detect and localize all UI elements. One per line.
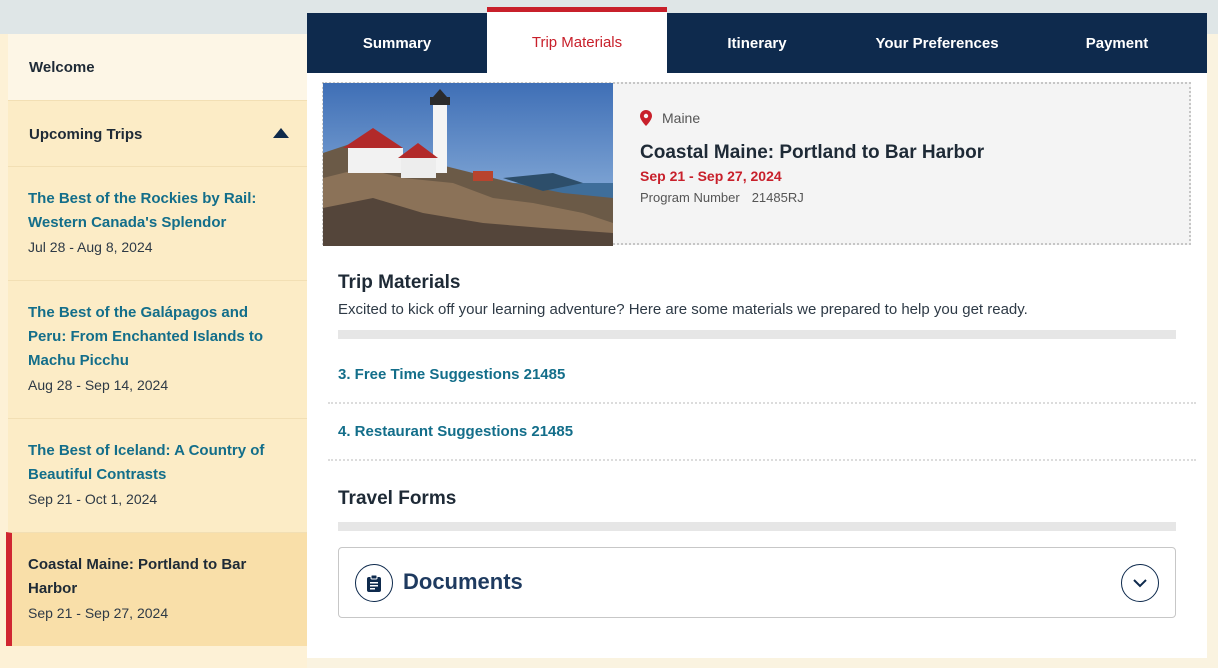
trip-dates: Sep 21 - Oct 1, 2024 bbox=[28, 491, 158, 507]
sidebar-trip-item[interactable]: The Best of the Rockies by Rail: Western… bbox=[8, 166, 307, 280]
documents-label: Documents bbox=[403, 569, 523, 594]
trip-materials-description: Excited to kick off your learning advent… bbox=[338, 301, 1028, 318]
material-link[interactable]: 4. Restaurant Suggestions 21485 bbox=[338, 423, 573, 440]
trip-summary-card: Maine Coastal Maine: Portland to Bar Har… bbox=[322, 82, 1191, 246]
travel-forms-heading: Travel Forms bbox=[338, 488, 457, 509]
section-divider bbox=[338, 330, 1176, 339]
tab-summary[interactable]: Summary bbox=[307, 13, 487, 73]
trip-materials-heading: Trip Materials bbox=[338, 272, 461, 293]
sidebar-trip-item[interactable]: The Best of the Galápagos and Peru: From… bbox=[8, 280, 307, 418]
sidebar-trip-item[interactable]: The Best of Iceland: A Country of Beauti… bbox=[8, 418, 307, 532]
sidebar-welcome[interactable]: Welcome bbox=[8, 34, 307, 100]
tab-payment[interactable]: Payment bbox=[1027, 13, 1207, 73]
tab-label: Trip Materials bbox=[531, 34, 623, 51]
tab-bar: Summary Trip Materials Itinerary Your Pr… bbox=[307, 7, 1207, 73]
map-pin-icon bbox=[640, 110, 652, 126]
trip-title[interactable]: The Best of Iceland: A Country of Beauti… bbox=[28, 439, 277, 487]
trip-card-dates: Sep 21 - Sep 27, 2024 bbox=[640, 168, 782, 184]
sidebar: Welcome Upcoming Trips The Best of the R… bbox=[0, 34, 307, 668]
sidebar-welcome-label: Welcome bbox=[29, 59, 95, 76]
trip-dates: Sep 21 - Sep 27, 2024 bbox=[28, 605, 169, 621]
tab-label: Payment bbox=[1085, 34, 1149, 52]
list-divider bbox=[328, 402, 1196, 404]
tab-label: Summary bbox=[362, 34, 432, 52]
section-divider bbox=[338, 522, 1176, 531]
program-number-label: Program Number bbox=[640, 190, 740, 205]
list-divider bbox=[328, 459, 1196, 461]
sidebar-upcoming-trips[interactable]: Upcoming Trips bbox=[8, 100, 307, 166]
trip-title[interactable]: The Best of the Rockies by Rail: Western… bbox=[28, 187, 277, 235]
trip-dates: Jul 28 - Aug 8, 2024 bbox=[28, 239, 153, 255]
trip-dates: Aug 28 - Sep 14, 2024 bbox=[28, 377, 169, 393]
program-number: Program Number 21485RJ bbox=[640, 190, 804, 205]
material-link[interactable]: 3. Free Time Suggestions 21485 bbox=[338, 366, 565, 383]
trip-card-title: Coastal Maine: Portland to Bar Harbor bbox=[640, 142, 985, 163]
trip-image bbox=[323, 83, 613, 246]
tab-label: Itinerary bbox=[727, 34, 787, 52]
trip-location-text: Maine bbox=[662, 110, 701, 126]
chevron-down-icon[interactable] bbox=[1121, 564, 1159, 602]
trip-title[interactable]: Coastal Maine: Portland to Bar Harbor bbox=[28, 553, 277, 601]
tab-itinerary[interactable]: Itinerary bbox=[667, 13, 847, 73]
sidebar-trip-item-active[interactable]: Coastal Maine: Portland to Bar Harbor Se… bbox=[6, 532, 307, 646]
tab-trip-materials[interactable]: Trip Materials bbox=[487, 7, 667, 73]
sidebar-upcoming-label: Upcoming Trips bbox=[29, 126, 143, 143]
clipboard-icon bbox=[355, 564, 393, 602]
trip-title[interactable]: The Best of the Galápagos and Peru: From… bbox=[28, 301, 277, 373]
program-number-value: 21485RJ bbox=[751, 190, 804, 205]
main-content: Summary Trip Materials Itinerary Your Pr… bbox=[307, 7, 1207, 658]
tab-label: Your Preferences bbox=[875, 34, 999, 52]
tab-your-preferences[interactable]: Your Preferences bbox=[847, 13, 1027, 73]
caret-up-icon[interactable] bbox=[273, 128, 289, 138]
documents-accordion[interactable]: Documents bbox=[338, 547, 1176, 618]
trip-location: Maine bbox=[640, 110, 700, 126]
